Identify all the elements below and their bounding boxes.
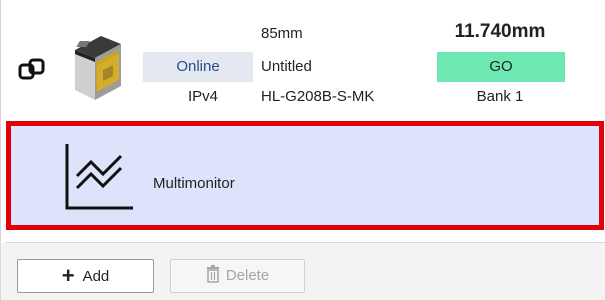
link-icon (18, 58, 45, 80)
device-name-label: Untitled (261, 58, 312, 75)
ip-type-label: IPv4 (187, 88, 218, 105)
range-label: 85mm (261, 25, 303, 42)
device-card[interactable]: Online IPv4 85mm Untitled HL-G208B-S-MK … (5, 6, 605, 118)
model-label: HL-G208B-S-MK (261, 88, 375, 105)
delete-button[interactable]: Delete (170, 259, 305, 293)
multimonitor-item[interactable]: Multimonitor (6, 121, 604, 230)
plus-icon: + (61, 263, 75, 288)
measurement-value: 11.740mm (454, 21, 546, 42)
footer-toolbar: + Add Delete (1, 243, 605, 300)
status-badge: Online (143, 52, 253, 82)
trash-icon (206, 265, 219, 283)
delete-button-label: Delete (225, 267, 270, 284)
add-button-label: Add (82, 268, 110, 285)
device-list-panel: Online IPv4 85mm Untitled HL-G208B-S-MK … (0, 0, 605, 300)
sensor-image (75, 36, 121, 100)
add-button[interactable]: + Add (17, 259, 154, 293)
multimonitor-label: Multimonitor (153, 175, 235, 192)
judgement-badge: GO (437, 52, 565, 82)
bank-label: Bank 1 (476, 88, 524, 105)
chart-line-icon (65, 144, 133, 210)
